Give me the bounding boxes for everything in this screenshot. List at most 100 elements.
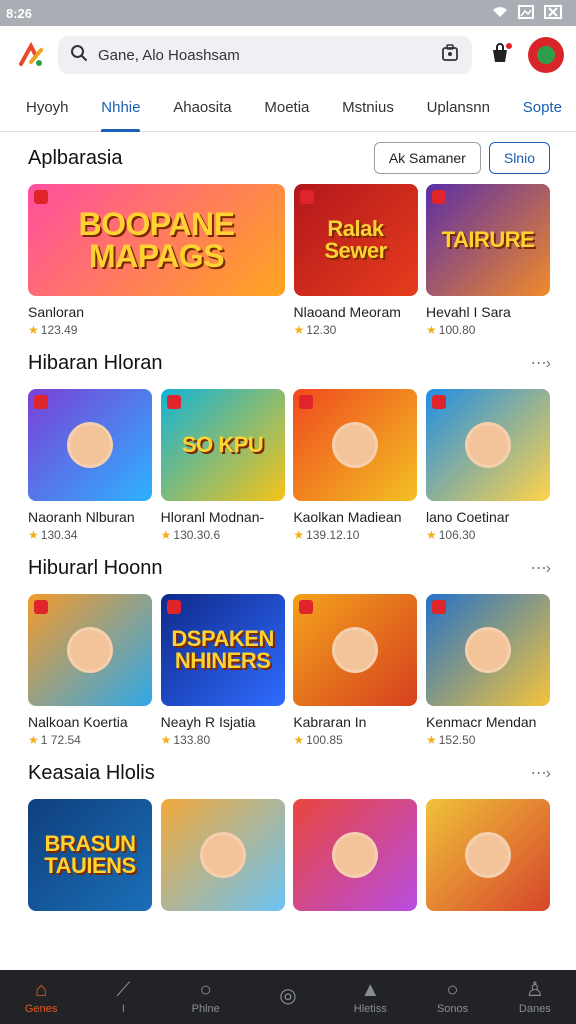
section-action-button[interactable]: Slnio: [488, 142, 550, 174]
tab-item[interactable]: Sopte: [523, 84, 562, 132]
search-icon: ○: [199, 979, 212, 1001]
game-thumbnail[interactable]: [28, 389, 152, 501]
game-name: Kenmacr Mendan: [425, 714, 537, 730]
nav-label: Hletiss: [353, 1003, 387, 1015]
game-name: lano Coetinar: [425, 509, 510, 525]
search-box[interactable]: [58, 36, 472, 74]
star-icon: ★: [425, 528, 437, 542]
section-action-button[interactable]: Ak Samaner: [373, 142, 481, 174]
game-thumbnail[interactable]: [293, 799, 418, 911]
game-badge-icon: [299, 395, 314, 409]
star-icon: ★: [160, 528, 172, 542]
nav-item[interactable]: ○ Phlne: [171, 979, 241, 1015]
character-art-icon: [332, 627, 379, 673]
game-card[interactable]: [160, 799, 285, 911]
camera-icon[interactable]: [440, 43, 460, 68]
game-thumbnail[interactable]: TAIRURE: [426, 184, 550, 296]
game-thumbnail[interactable]: [425, 594, 550, 706]
character-art-icon: [464, 832, 511, 878]
character-art-icon: [199, 832, 246, 878]
game-card[interactable]: Ralak Sewer Nlaoand Meoram ★ 12.30: [293, 184, 418, 337]
rating-value: 130.30.6: [173, 528, 221, 542]
tab-item[interactable]: Nhhie: [101, 84, 141, 132]
content-section: Hiburarl Hoonn ⋯› Nalkoan Koertia ★ 1 72.54 D…: [0, 542, 576, 747]
game-thumbnail[interactable]: BOOPANE MAPAGS: [28, 184, 285, 296]
game-card[interactable]: lano Coetinar ★ 106.30: [425, 389, 550, 542]
section-header: Aplbarasia Ak Samaner Slnio: [28, 132, 550, 184]
rating-value: 12.30: [306, 323, 337, 337]
game-card[interactable]: [293, 799, 418, 911]
tab-item[interactable]: Moetia: [264, 84, 309, 132]
game-thumbnail[interactable]: BRASUN TAUIENS: [28, 799, 152, 911]
game-card[interactable]: Kaolkan Madiean ★ 139.12.10: [293, 389, 418, 542]
game-thumbnail[interactable]: [28, 594, 152, 706]
section-title: Aplbarasia: [28, 146, 123, 169]
game-thumbnail[interactable]: [425, 389, 550, 501]
star-icon: ★: [28, 323, 39, 337]
game-name: Hloranl Modnan-: [160, 509, 265, 525]
game-name: Kabraran In: [293, 714, 367, 730]
bell-icon: ▲: [360, 979, 381, 1001]
nav-item[interactable]: ○ Sonos: [418, 979, 488, 1015]
game-name: Neayh R Isjatia: [160, 714, 256, 730]
character-art-icon: [332, 422, 379, 468]
close-box-icon: [544, 4, 562, 22]
game-card[interactable]: Nalkoan Koertia ★ 1 72.54: [28, 594, 152, 747]
rating-value: 123.49: [40, 323, 78, 337]
game-name: Naoranh Nlburan: [28, 509, 135, 525]
game-name: Nlaoand Meoram: [293, 304, 401, 320]
game-card[interactable]: [425, 799, 550, 911]
nav-label: Genes: [24, 1003, 58, 1015]
record-icon: ◎: [279, 985, 297, 1007]
wand-icon: ⟋: [116, 979, 131, 1001]
app-logo[interactable]: [16, 40, 46, 70]
avatar[interactable]: [528, 37, 564, 73]
game-thumbnail[interactable]: [160, 799, 285, 911]
tab-item[interactable]: Mstnius: [342, 84, 394, 132]
content-section: Aplbarasia Ak Samaner Slnio BOOPANE MAPAGS S…: [0, 132, 576, 337]
game-card[interactable]: Kabraran In ★ 100.85: [293, 594, 418, 747]
game-card[interactable]: Kenmacr Mendan ★ 152.50: [425, 594, 550, 747]
character-art-icon: [464, 422, 511, 468]
section-title: Hiburarl Hoonn: [28, 556, 163, 579]
nav-item[interactable]: ♙ Danes: [500, 979, 570, 1015]
game-badge-icon: [34, 395, 48, 409]
rating-value: 152.50: [438, 733, 476, 747]
game-art-title: SO KPU: [181, 432, 264, 457]
game-thumbnail[interactable]: [293, 594, 418, 706]
search-input[interactable]: [98, 46, 430, 64]
game-card[interactable]: Naoranh Nlburan ★ 130.34: [28, 389, 152, 542]
star-icon: ★: [28, 528, 39, 542]
more-arrow-icon[interactable]: ⋯›: [531, 763, 551, 783]
game-card[interactable]: BRASUN TAUIENS: [28, 799, 152, 911]
nav-label: I: [121, 1003, 125, 1015]
game-thumbnail[interactable]: [293, 389, 418, 501]
game-thumbnail[interactable]: DSPAKEN NHINERS: [160, 594, 285, 706]
game-art-title: TAIRURE: [441, 227, 535, 252]
game-card[interactable]: BOOPANE MAPAGS Sanloran ★ 123.49: [28, 184, 285, 337]
game-badge-icon: [432, 190, 446, 204]
game-rating: ★ 123.49: [28, 323, 285, 337]
game-thumbnail[interactable]: [425, 799, 550, 911]
nav-item[interactable]: ⟋ I: [88, 979, 158, 1015]
nav-item[interactable]: ◎: [253, 985, 323, 1009]
rating-value: 106.30: [438, 528, 476, 542]
more-arrow-icon[interactable]: ⋯›: [531, 353, 551, 373]
character-art-icon: [332, 832, 379, 878]
game-badge-icon: [166, 395, 181, 409]
tab-item[interactable]: Uplansnn: [427, 84, 490, 132]
nav-item[interactable]: ▲ Hletiss: [335, 979, 405, 1015]
more-arrow-icon[interactable]: ⋯›: [531, 558, 551, 578]
game-card[interactable]: TAIRURE Hevahl I Sara ★ 100.80: [426, 184, 550, 337]
game-thumbnail[interactable]: Ralak Sewer: [293, 184, 418, 296]
notifications-button[interactable]: [484, 39, 516, 71]
game-thumbnail[interactable]: SO KPU: [160, 389, 285, 501]
game-card[interactable]: SO KPU Hloranl Modnan- ★ 130.30.6: [160, 389, 285, 542]
game-card[interactable]: DSPAKEN NHINERS Neayh R Isjatia ★ 133.80: [160, 594, 285, 747]
person-icon: ♙: [525, 979, 544, 1001]
section-title: Hibaran Hloran: [28, 351, 163, 374]
game-rating: ★ 12.30: [294, 323, 418, 337]
nav-item[interactable]: ⌂ Genes: [6, 979, 76, 1015]
tab-item[interactable]: Hyoyh: [26, 84, 69, 132]
tab-item[interactable]: Ahaosita: [173, 84, 231, 132]
